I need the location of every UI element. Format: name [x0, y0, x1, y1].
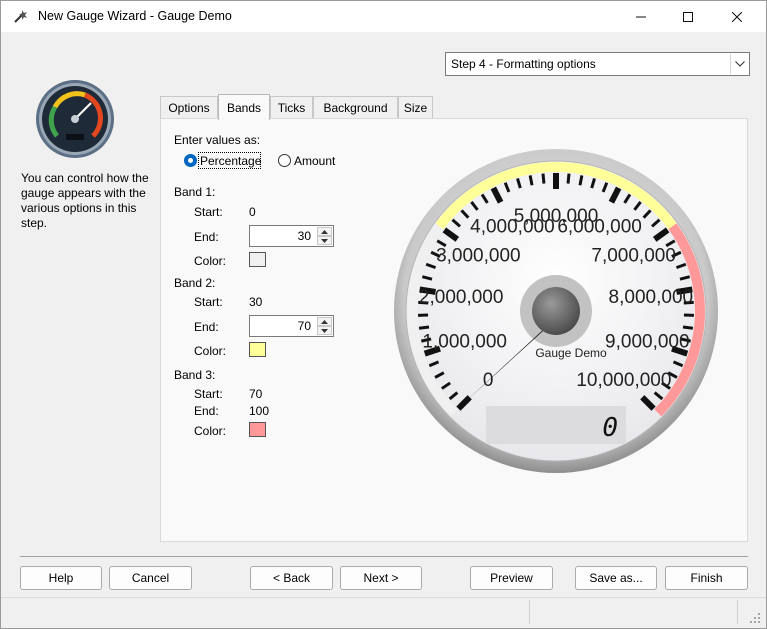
next-button[interactable]: Next > [340, 566, 422, 590]
minor-tick [418, 325, 430, 330]
band2-title: Band 2: [174, 276, 216, 290]
cancel-button[interactable]: Cancel [109, 566, 192, 590]
gauge-readout: 0 [602, 413, 618, 443]
band1-color-label: Color: [194, 254, 227, 268]
tab-bands[interactable]: Bands [218, 94, 270, 120]
band1-color-swatch[interactable] [249, 252, 266, 267]
band3-end-value: 100 [249, 404, 270, 418]
percentage-radio-label[interactable]: Percentage [200, 154, 261, 168]
title-bar: New Gauge Wizard - Gauge Demo [1, 1, 766, 32]
wizard-wand-icon [14, 10, 27, 23]
close-icon [732, 11, 742, 22]
chevron-down-icon[interactable] [730, 54, 748, 74]
resize-grip-icon[interactable] [749, 612, 761, 624]
band1-end-spinner[interactable]: 30 [249, 225, 334, 247]
enter-values-label: Enter values as: [174, 133, 261, 147]
minimize-icon [636, 16, 646, 17]
band3-color-label: Color: [194, 424, 227, 438]
minor-tick [578, 175, 584, 186]
tab-options[interactable]: Options [160, 96, 218, 119]
gauge-tick-label: 3,000,000 [436, 246, 521, 267]
gauge-tick-label: 1,000,000 [422, 332, 507, 353]
finish-button[interactable]: Finish [665, 566, 748, 590]
gauge-tick-label: 9,000,000 [605, 332, 690, 353]
band2-color-swatch[interactable] [249, 342, 266, 357]
step-dropdown[interactable]: Step 4 - Formatting options [445, 52, 750, 76]
band3-start-label: Start: [194, 387, 223, 401]
gauge-preview: 01,000,0002,000,0003,000,0004,000,0005,0… [394, 149, 718, 473]
percentage-radio[interactable] [184, 154, 197, 167]
window-title: New Gauge Wizard - Gauge Demo [38, 9, 232, 23]
spin-down-icon[interactable] [317, 236, 332, 245]
minimize-button[interactable] [618, 1, 664, 32]
preview-button[interactable]: Preview [470, 566, 553, 590]
band1-start-value: 0 [249, 205, 256, 219]
maximize-button[interactable] [665, 1, 711, 32]
gauge-thumbnail-icon [36, 80, 114, 158]
gauge-tick-label: 0 [483, 370, 494, 391]
band1-title: Band 1: [174, 185, 216, 199]
band1-end-value: 30 [297, 229, 311, 243]
amount-radio[interactable] [278, 154, 291, 167]
minor-tick [528, 175, 534, 186]
help-button[interactable]: Help [20, 566, 102, 590]
spin-up-icon[interactable] [317, 317, 332, 326]
band2-end-spinner[interactable]: 70 [249, 315, 334, 337]
status-divider [529, 600, 530, 624]
spin-up-icon[interactable] [317, 227, 332, 236]
bands-panel: Enter values as: Percentage Amount Band … [160, 118, 748, 542]
band3-start-value: 70 [249, 387, 263, 401]
band3-color-swatch[interactable] [249, 422, 266, 437]
band2-end-label: End: [194, 320, 219, 334]
band2-end-value: 70 [297, 319, 311, 333]
minor-tick [682, 325, 694, 330]
tab-background[interactable]: Background [313, 96, 398, 119]
band1-end-label: End: [194, 230, 219, 244]
gauge-tick-label: 8,000,000 [609, 287, 694, 308]
gauge-hub [532, 287, 580, 335]
close-button[interactable] [714, 1, 760, 32]
step-dropdown-value: Step 4 - Formatting options [451, 57, 596, 71]
wizard-body: Step 4 - Formatting options You can cont… [9, 32, 758, 597]
tab-size[interactable]: Size [398, 96, 433, 119]
back-button[interactable]: < Back [250, 566, 333, 590]
band2-color-label: Color: [194, 344, 227, 358]
band2-start-label: Start: [194, 295, 223, 309]
maximize-icon [683, 11, 693, 22]
band3-end-label: End: [194, 404, 219, 418]
band1-start-label: Start: [194, 205, 223, 219]
band3-title: Band 3: [174, 368, 216, 382]
gauge-tick-label: 2,000,000 [419, 287, 504, 308]
gauge-title: Gauge Demo [535, 346, 607, 360]
footer-divider [20, 556, 748, 557]
gauge-tick-label: 10,000,000 [576, 370, 671, 391]
step-description: You can control how the gauge appears wi… [21, 171, 149, 230]
minor-tick [566, 173, 571, 184]
wizard-window: New Gauge Wizard - Gauge Demo Step 4 - F… [0, 0, 767, 629]
spin-down-icon[interactable] [317, 326, 332, 335]
band2-start-value: 30 [249, 295, 263, 309]
tab-ticks[interactable]: Ticks [270, 96, 313, 119]
gauge-tick-label: 7,000,000 [591, 246, 676, 267]
save-as-button[interactable]: Save as... [575, 566, 657, 590]
amount-radio-label[interactable]: Amount [294, 154, 335, 168]
status-divider [737, 600, 738, 624]
gauge-tick-label: 6,000,000 [557, 216, 642, 237]
status-bar [1, 597, 766, 628]
minor-tick [541, 173, 546, 184]
